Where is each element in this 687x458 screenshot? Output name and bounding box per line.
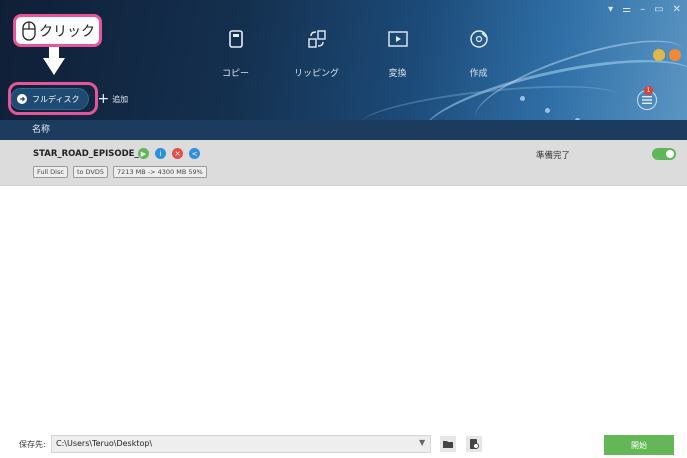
- mouse-icon: [22, 20, 36, 41]
- account-icons: [653, 49, 681, 61]
- save-location-label: 保存先:: [19, 440, 46, 449]
- play-icon[interactable]: ▶: [138, 148, 149, 159]
- task-tags: Full Disc to DVD5 7213 MB -> 4300 MB 59%: [33, 166, 207, 178]
- task-status: 準備完了: [536, 151, 571, 161]
- key-icon[interactable]: [669, 49, 681, 61]
- share-icon[interactable]: <: [189, 148, 200, 159]
- source-tag[interactable]: Full Disc: [33, 166, 68, 178]
- nav-create[interactable]: 作成: [438, 28, 519, 79]
- nav-ripping-label: リッピング: [293, 69, 339, 79]
- plus-icon: +: [97, 91, 110, 107]
- target-tag[interactable]: to DVD5: [72, 166, 109, 178]
- nav-copy-label: コピー: [221, 69, 249, 79]
- disc-settings-icon: [470, 439, 479, 449]
- size-tag[interactable]: 7213 MB -> 4300 MB 59%: [113, 166, 207, 178]
- copy-icon: [228, 28, 243, 50]
- maximize-icon[interactable]: ▭: [654, 4, 663, 15]
- task-enable-toggle[interactable]: [652, 148, 676, 160]
- folder-button[interactable]: [440, 436, 456, 452]
- decor-drop: [520, 96, 525, 101]
- ripping-icon: [307, 28, 327, 50]
- task-name: STAR_ROAD_EPISODE_III: [33, 149, 149, 159]
- dropdown-icon[interactable]: ▾: [608, 4, 613, 15]
- user-avatar-icon[interactable]: [653, 49, 665, 61]
- nav-create-label: 作成: [469, 69, 488, 79]
- options-icon[interactable]: ⚌: [622, 4, 631, 15]
- chevron-down-icon[interactable]: ▼: [419, 438, 425, 447]
- output-settings-button[interactable]: [466, 436, 482, 452]
- decor-drop: [545, 108, 550, 113]
- header: ▾ ⚌ – ▭ ✕ コピー リッピング 変換 作成 1 フルディスク + 追加: [0, 0, 687, 120]
- add-label: 追加: [112, 94, 129, 104]
- save-path-field[interactable]: C:\Users\Teruo\Desktop\: [51, 435, 431, 453]
- info-icon[interactable]: i: [155, 148, 166, 159]
- remove-icon[interactable]: ✕: [172, 148, 183, 159]
- task-actions: ▶ i ✕ <: [138, 148, 200, 159]
- add-button[interactable]: + 追加: [97, 92, 128, 106]
- callout-arrow: [43, 58, 65, 75]
- create-icon: [469, 28, 489, 50]
- column-header-name: 名称: [0, 120, 687, 140]
- click-callout: クリック: [13, 14, 102, 47]
- nav-copy[interactable]: コピー: [195, 28, 276, 79]
- task-row[interactable]: STAR_ROAD_EPISODE_III ▶ i ✕ < Full Disc …: [0, 140, 687, 186]
- window-controls: ▾ ⚌ – ▭ ✕: [608, 4, 681, 15]
- minimize-icon[interactable]: –: [640, 4, 645, 15]
- folder-icon: [443, 441, 453, 448]
- main-nav: コピー リッピング 変換 作成: [195, 28, 519, 79]
- footer: 保存先: C:\Users\Teruo\Desktop\ ▼ 開始: [0, 434, 687, 458]
- close-icon[interactable]: ✕: [673, 4, 681, 15]
- app-window: ▾ ⚌ – ▭ ✕ コピー リッピング 変換 作成 1 フルディスク + 追加 …: [0, 0, 687, 458]
- start-button[interactable]: 開始: [604, 435, 674, 455]
- convert-icon: [387, 28, 408, 50]
- nav-ripping[interactable]: リッピング: [276, 28, 357, 79]
- task-count-badge: 1: [644, 86, 653, 95]
- highlight-box: [8, 82, 98, 115]
- nav-convert-label: 変換: [388, 69, 407, 79]
- nav-convert[interactable]: 変換: [357, 28, 438, 79]
- callout-text: クリック: [39, 23, 95, 40]
